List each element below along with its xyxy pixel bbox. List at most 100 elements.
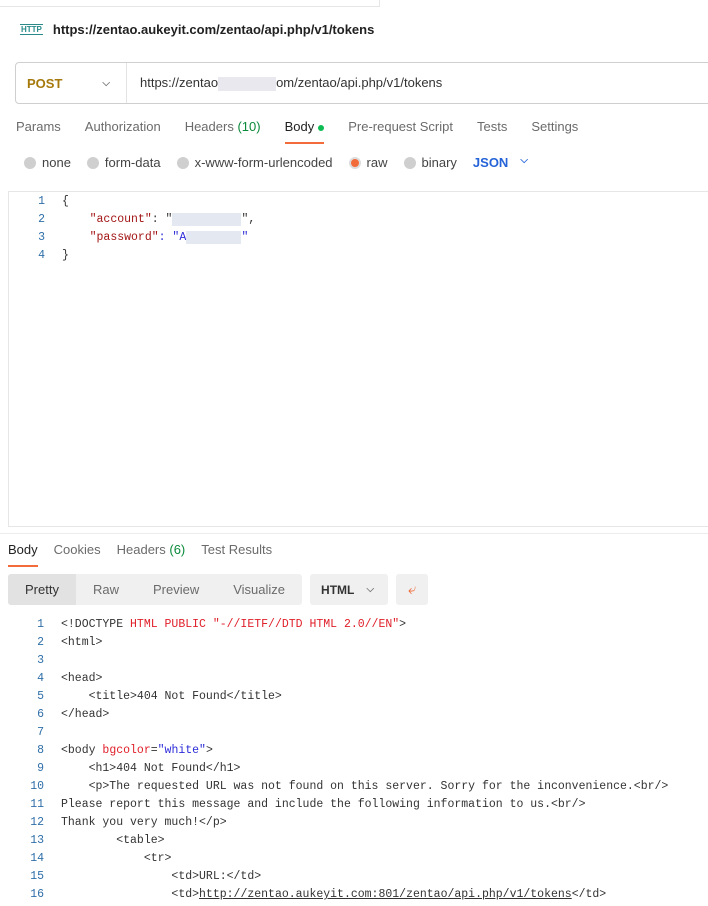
request-title-text: https://zentao.aukeyit.com/zentao/api.ph… <box>52 22 375 37</box>
response-format-select[interactable]: HTML ⌵ <box>310 574 389 605</box>
line-number: 9 <box>37 762 44 775</box>
code-token: > <box>399 618 407 631</box>
chevron-down-icon: ⌵ <box>520 155 528 166</box>
line-number: 1 <box>38 195 45 208</box>
view-visualize[interactable]: Visualize <box>216 574 302 605</box>
tab-label: Cookies <box>53 542 101 557</box>
radio-selected-icon <box>348 156 361 169</box>
method-label: POST <box>27 75 63 91</box>
response-tab-cookies[interactable]: Cookies <box>54 542 101 567</box>
code-token: <p>The requested URL was not found on th… <box>61 780 669 793</box>
wrap-lines-button[interactable]: ⤶ <box>396 574 429 605</box>
tab-params[interactable]: Params <box>16 119 61 144</box>
tab-label: Settings <box>531 119 579 134</box>
code-token: ", <box>241 213 256 226</box>
tab-count: (6) <box>169 542 186 557</box>
format-label: JSON <box>472 155 509 170</box>
pane-divider[interactable] <box>0 533 708 534</box>
tab-settings[interactable]: Settings <box>531 119 578 144</box>
response-tab-test-results[interactable]: Test Results <box>201 542 272 567</box>
code-line: "password": "A " <box>62 229 248 247</box>
code-token: </head> <box>61 708 110 721</box>
code-token: } <box>62 249 69 262</box>
code-token: "account" <box>89 213 152 226</box>
response-tab-headers[interactable]: Headers (6) <box>117 542 186 567</box>
request-tabs: Params Authorization Headers (10) Body P… <box>16 119 578 144</box>
body-format-select[interactable]: JSON ⌵ <box>473 155 528 170</box>
code-token: Thank you very much!</p> <box>61 816 227 829</box>
code-token: "white" <box>157 744 206 757</box>
tab-label: Params <box>16 119 61 134</box>
request-tab-strip <box>0 0 708 7</box>
line-number: 1 <box>37 618 44 631</box>
radio-label: none <box>42 155 71 170</box>
response-toolbar: Pretty Raw Preview Visualize HTML ⌵ ⤶ <box>8 574 429 605</box>
view-raw[interactable]: Raw <box>76 574 136 605</box>
line-number: 16 <box>30 888 44 901</box>
radio-icon <box>403 156 416 169</box>
line-number: 4 <box>38 249 45 262</box>
tab-label: Tests <box>476 119 508 134</box>
line-number: 3 <box>38 231 45 244</box>
radio-none[interactable]: none <box>24 155 71 170</box>
line-number: 11 <box>30 798 44 811</box>
method-select[interactable]: POST ⌵ <box>16 63 127 103</box>
tab-label: Headers <box>184 119 234 134</box>
view-preview[interactable]: Preview <box>136 574 216 605</box>
code-token: <body <box>61 744 103 757</box>
body-type-options: none form-data x-www-form-urlencoded raw… <box>24 155 528 170</box>
code-line: <table> <box>61 832 164 850</box>
response-body-viewer[interactable]: 1 <!DOCTYPE HTML PUBLIC "-//IETF//DTD HTM… <box>8 616 708 906</box>
redacted-region <box>218 76 277 91</box>
chevron-down-icon: ⌵ <box>366 584 375 595</box>
response-tab-body[interactable]: Body <box>8 542 38 567</box>
tab-label: Body <box>284 119 315 134</box>
view-pretty[interactable]: Pretty <box>8 574 76 605</box>
radio-icon <box>24 156 36 169</box>
tab-body[interactable]: Body <box>284 119 325 144</box>
line-number: 5 <box>37 690 44 703</box>
line-number: 8 <box>37 744 44 757</box>
radio-raw[interactable]: raw <box>348 155 388 170</box>
tab-tests[interactable]: Tests <box>477 119 507 144</box>
line-number: 2 <box>37 636 44 649</box>
format-label: HTML <box>321 582 355 597</box>
tab-pre-request-script[interactable]: Pre-request Script <box>348 119 453 144</box>
http-icon: HTTP <box>20 24 43 35</box>
line-number: 15 <box>30 870 44 883</box>
tab-headers[interactable]: Headers (10) <box>185 119 261 144</box>
line-number: 7 <box>37 726 44 739</box>
tab-label: Test Results <box>201 542 273 557</box>
code-token: <tr> <box>61 852 172 865</box>
radio-form-data[interactable]: form-data <box>86 155 161 170</box>
code-token: HTML PUBLIC "-//IETF//DTD HTML 2.0//EN" <box>130 618 400 631</box>
line-number: 4 <box>37 672 44 685</box>
tab-label: Pre-request Script <box>348 119 453 134</box>
code-line: Please report this message and include t… <box>61 796 586 814</box>
code-token: <td> <box>61 888 200 901</box>
radio-urlencoded[interactable]: x-www-form-urlencoded <box>176 155 333 170</box>
code-line: } <box>62 247 69 265</box>
url-prefix: https://zentao <box>140 75 219 91</box>
tab-authorization[interactable]: Authorization <box>85 119 161 144</box>
code-token: = <box>150 744 158 757</box>
code-line: <h1>404 Not Found</h1> <box>61 760 241 778</box>
code-token: Please report this message and include t… <box>61 798 586 811</box>
request-title: HTTP https://zentao.aukeyit.com/zentao/a… <box>20 22 374 37</box>
request-body-editor[interactable]: 1 {2 "account": " ", 3 "password": "A " 4} <box>8 191 708 527</box>
radio-icon <box>176 156 189 169</box>
line-number: 3 <box>37 654 44 667</box>
line-number: 6 <box>37 708 44 721</box>
radio-label: binary <box>421 155 457 170</box>
code-token: <td>URL:</td> <box>61 870 262 883</box>
code-token: bgcolor <box>102 744 151 757</box>
url-input[interactable]: https://zentao om/zentao/api.php/v1/token… <box>127 75 442 91</box>
tab-label: Body <box>8 542 38 557</box>
code-line: { <box>62 193 69 211</box>
code-line: </head> <box>61 706 109 724</box>
radio-icon <box>86 156 99 169</box>
radio-binary[interactable]: binary <box>403 155 457 170</box>
code-token: http://zentao.aukeyit.com:801/zentao/api… <box>199 888 572 901</box>
